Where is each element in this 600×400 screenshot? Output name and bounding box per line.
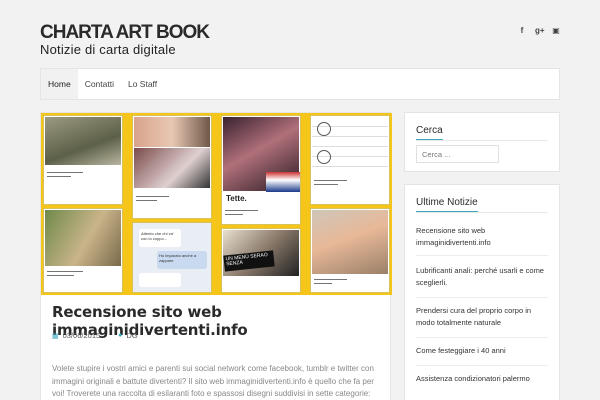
main-nav: Home Contatti Lo Staff (40, 68, 560, 100)
calendar-icon: ▦ (52, 332, 59, 340)
site-title[interactable]: CHARTA ART BOOK (40, 22, 210, 44)
facebook-icon[interactable]: f (518, 26, 526, 35)
news-separator (416, 365, 548, 366)
post-meta: ▦ 03/06/2015 ● DG (52, 331, 138, 340)
image-tile: ▬▬▬▬▬▬▬▬▬▬▬▬ ▬▬▬▬▬▬▬▬▬ (43, 208, 123, 293)
news-item[interactable]: Lubrificanti anali: perché usarli e come… (416, 265, 551, 289)
site-header: CHARTA ART BOOK Notizie di carta digital… (0, 0, 600, 68)
image-tile: ▬▬▬▬▬▬▬▬▬▬▬▬ ▬▬▬▬▬▬▬▬ (43, 115, 123, 205)
widget-divider (416, 140, 548, 141)
image-tile: UN MENÚ SERAO SENZA (221, 228, 301, 293)
latest-news-widget: Ultime Notizie Recensione sito web immag… (404, 184, 560, 400)
latest-news-title: Ultime Notizie (416, 197, 478, 213)
post-excerpt: Volete stupire i vostri amici e parenti … (52, 364, 374, 398)
post-author[interactable]: DG (126, 331, 137, 340)
image-tile: ▬▬▬▬▬▬▬▬▬▬▬ ▬▬▬▬▬▬▬▬ (310, 115, 390, 205)
search-widget-title: Cerca (416, 125, 443, 141)
nav-item-contatti[interactable]: Contatti (78, 69, 121, 99)
user-icon: ● (118, 332, 123, 339)
news-item[interactable]: Recensione sito web immaginidivertenti.i… (416, 225, 551, 249)
news-separator (416, 255, 548, 256)
search-input[interactable] (416, 145, 499, 163)
youtube-icon[interactable]: ▣ (552, 26, 560, 35)
post-date[interactable]: 03/06/2015 (63, 331, 101, 340)
post-card: ▬▬▬▬▬▬▬▬▬▬▬▬ ▬▬▬▬▬▬▬▬ ▬▬▬▬▬▬▬▬▬▬▬▬ ▬▬▬▬▬▬▬… (40, 112, 392, 400)
post-featured-image[interactable]: ▬▬▬▬▬▬▬▬▬▬▬▬ ▬▬▬▬▬▬▬▬ ▬▬▬▬▬▬▬▬▬▬▬▬ ▬▬▬▬▬▬▬… (41, 113, 392, 295)
image-tile: ▬▬▬▬▬▬▬▬▬▬▬ ▬▬▬▬▬▬▬ (132, 115, 212, 219)
nav-item-lo-staff[interactable]: Lo Staff (121, 69, 164, 99)
search-widget: Cerca (404, 112, 560, 172)
news-separator (416, 297, 548, 298)
news-item[interactable]: Assistenza condizionatori palermo (416, 373, 551, 385)
news-separator (416, 337, 548, 338)
site-description: Notizie di carta digitale (40, 42, 176, 57)
news-item[interactable]: Prendersi cura del proprio corpo in modo… (416, 305, 551, 329)
google-plus-icon[interactable]: g+ (535, 26, 545, 35)
nav-item-home[interactable]: Home (41, 69, 78, 99)
news-item[interactable]: Come festeggiare i 40 anni (416, 345, 551, 357)
widget-divider (416, 212, 548, 213)
image-tile: ▬▬▬▬▬▬▬▬▬▬▬ ▬▬▬▬▬▬ (310, 208, 390, 293)
image-tile: Tette. ▬▬▬▬▬▬▬▬▬▬▬ ▬▬▬▬▬▬ (221, 115, 301, 225)
image-tile: Attento che chi va' con lo zoppo... Ho i… (132, 222, 212, 293)
social-links: f g+ ▣ (518, 26, 560, 35)
